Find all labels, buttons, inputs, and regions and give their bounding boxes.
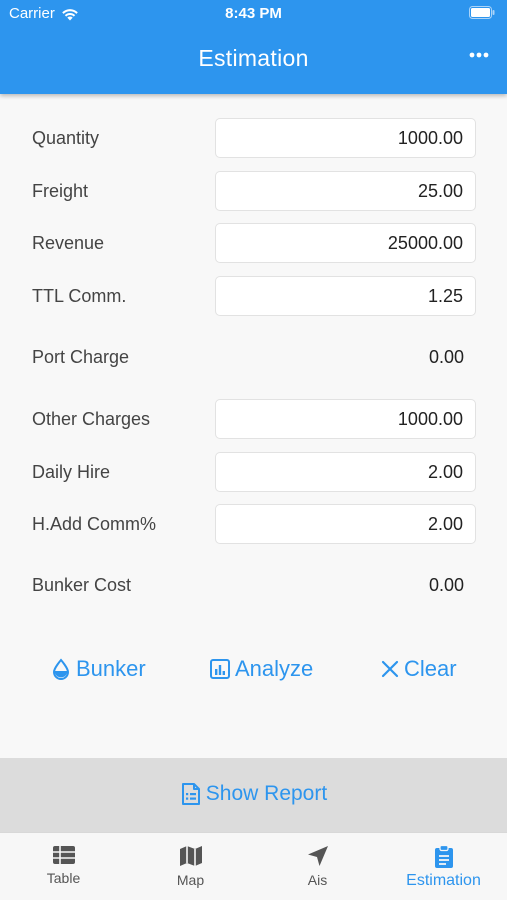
tab-ais[interactable]: Ais	[254, 833, 381, 900]
battery-icon	[469, 6, 495, 19]
quantity-label: Quantity	[32, 128, 100, 148]
navigation-arrow-icon	[307, 846, 328, 866]
nav-header: Carrier 8:43 PM Estimation	[0, 0, 507, 94]
analytics-icon	[210, 659, 230, 679]
bunker-cost-label: Bunker Cost	[32, 575, 132, 595]
report-bar: Show Report	[0, 758, 507, 832]
ttl-comm-input[interactable]	[215, 276, 476, 316]
port-charge-value: 0.00	[428, 347, 464, 367]
bunker-cost-row: Bunker Cost 0.00	[0, 565, 507, 605]
action-bar: Bunker Analyze Clear	[0, 650, 507, 690]
analyze-button[interactable]: Analyze	[209, 656, 313, 682]
revenue-label: Revenue	[32, 233, 105, 253]
daily-hire-label: Daily Hire	[32, 462, 111, 482]
quantity-input[interactable]	[215, 118, 476, 158]
water-drop-icon	[52, 658, 70, 680]
tab-ais-label: Ais	[307, 872, 328, 888]
tab-estimation-label: Estimation	[406, 872, 481, 889]
revenue-row: Revenue	[0, 223, 507, 263]
daily-hire-row: Daily Hire	[0, 452, 507, 492]
page-title: Estimation	[198, 45, 309, 71]
map-icon	[179, 846, 202, 866]
freight-input[interactable]	[215, 171, 476, 211]
daily-hire-input[interactable]	[215, 452, 476, 492]
tab-map[interactable]: Map	[127, 833, 254, 900]
tab-bar: Table Map Ais Estimation	[0, 832, 507, 900]
clear-label: Clear	[404, 656, 457, 681]
tab-map-label: Map	[176, 872, 205, 888]
quantity-row: Quantity	[0, 118, 507, 158]
tab-table-label: Table	[46, 870, 81, 886]
ttl-comm-row: TTL Comm.	[0, 276, 507, 316]
h-add-comm-input[interactable]	[215, 504, 476, 544]
analyze-label: Analyze	[235, 656, 314, 681]
freight-label: Freight	[32, 181, 89, 201]
h-add-comm-label: H.Add Comm%	[32, 514, 157, 534]
other-charges-label: Other Charges	[32, 409, 151, 429]
other-charges-input[interactable]	[215, 399, 476, 439]
bunker-label: Bunker	[76, 656, 146, 681]
h-add-comm-row: H.Add Comm%	[0, 504, 507, 544]
tab-estimation[interactable]: Estimation	[380, 833, 507, 900]
clear-button[interactable]: Clear	[380, 656, 457, 682]
other-charges-row: Other Charges	[0, 399, 507, 439]
report-icon	[181, 783, 200, 805]
port-charge-label: Port Charge	[32, 347, 130, 367]
bunker-cost-value: 0.00	[428, 575, 464, 595]
status-bar: Carrier 8:43 PM	[0, 0, 507, 28]
bunker-button[interactable]: Bunker	[50, 656, 146, 682]
more-horizontal-icon[interactable]	[469, 52, 489, 58]
ttl-comm-label: TTL Comm.	[32, 286, 127, 306]
show-report-label: Show Report	[205, 782, 328, 805]
close-icon	[381, 660, 399, 678]
show-report-button[interactable]: Show Report	[0, 782, 507, 806]
status-time: 8:43 PM	[225, 5, 282, 22]
tab-table[interactable]: Table	[0, 833, 127, 900]
clipboard-icon	[434, 845, 453, 868]
freight-row: Freight	[0, 171, 507, 211]
table-icon	[52, 846, 75, 864]
revenue-input[interactable]	[215, 223, 476, 263]
port-charge-row: Port Charge 0.00	[0, 337, 507, 377]
